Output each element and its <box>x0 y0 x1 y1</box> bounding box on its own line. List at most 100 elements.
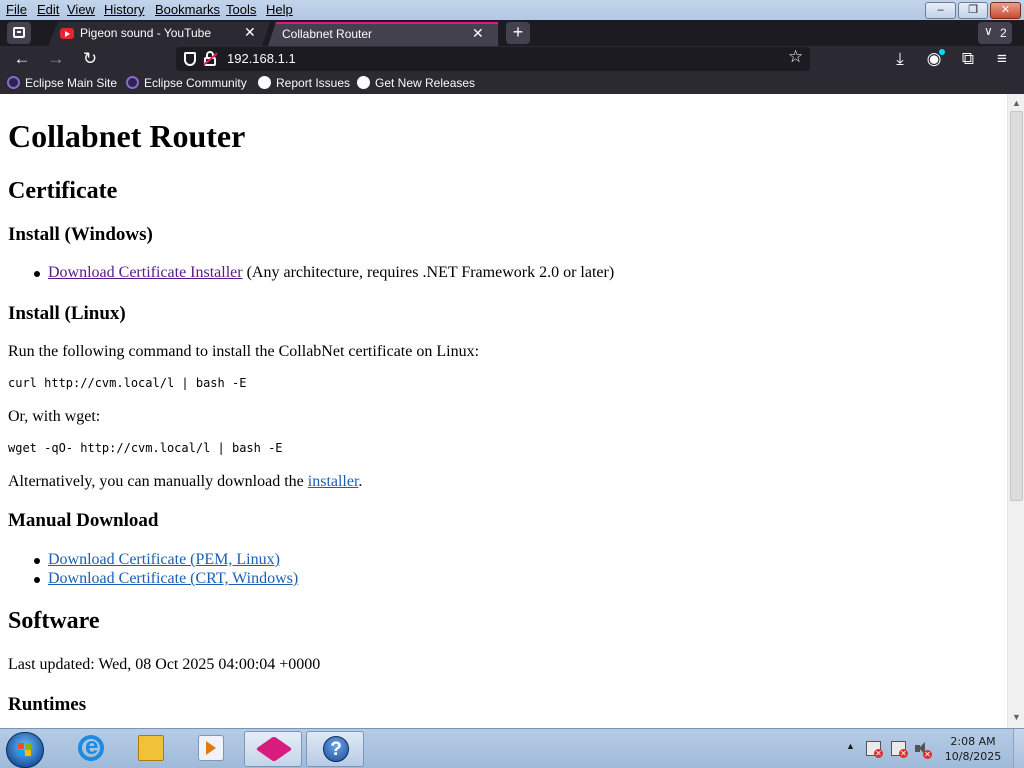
bookmark-label: Get New Releases <box>375 76 476 90</box>
minimize-button[interactable]: – <box>925 2 956 19</box>
bookmark-label: Eclipse Community <box>144 76 247 90</box>
help-icon: ? <box>323 736 349 762</box>
hamburger-menu-icon: ≡ <box>997 49 1007 68</box>
github-icon <box>258 76 271 89</box>
taskbar-media-player[interactable] <box>182 731 240 767</box>
page-title: Collabnet Router <box>8 118 246 154</box>
close-tab-icon[interactable]: ✕ <box>244 24 256 41</box>
firefox-view-button[interactable] <box>7 22 31 44</box>
show-desktop-button[interactable] <box>1013 729 1024 768</box>
menu-edit[interactable]: Edit <box>37 2 59 17</box>
scroll-up-arrow-icon[interactable]: ▲ <box>1012 98 1021 108</box>
bookmark-star-icon[interactable]: ☆ <box>788 47 803 67</box>
clock-time: 2:08 AM <box>950 735 996 748</box>
menu-tools[interactable]: Tools <box>226 2 256 17</box>
curl-command: curl http://cvm.local/l | bash -E <box>8 376 247 390</box>
menu-file[interactable]: File <box>6 2 27 17</box>
account-button[interactable]: ◉ <box>923 49 945 69</box>
taskbar: ? ▲ ✕ ✕ ✕ 2:08 AM 10/8/2025 <box>0 728 1024 768</box>
extensions-button[interactable]: ⧉ <box>957 49 979 69</box>
error-badge-icon: ✕ <box>874 749 883 758</box>
action-center-flag-icon[interactable]: ✕ <box>866 741 883 758</box>
downloads-button[interactable]: ⤓ <box>889 49 911 69</box>
vertical-scrollbar[interactable]: ▲ ▼ <box>1007 94 1024 728</box>
tab-title: Collabnet Router <box>282 27 373 41</box>
menu-view[interactable]: View <box>67 2 95 17</box>
url-text[interactable]: 192.168.1.1 <box>227 51 296 66</box>
arrow-right-icon: → <box>47 49 65 68</box>
menu-bookmarks[interactable]: Bookmarks <box>155 2 220 17</box>
list-item: Download Certificate (PEM, Linux) <box>8 551 280 569</box>
list-all-tabs-button[interactable]: ∨ 2 <box>978 22 1012 44</box>
bookmark-report-issues[interactable]: Report Issues <box>258 76 350 90</box>
period-text: . <box>358 473 363 490</box>
download-icon: ⤓ <box>896 49 904 68</box>
network-icon[interactable]: ✕ <box>891 741 908 758</box>
bookmark-eclipse-community[interactable]: Eclipse Community <box>126 76 247 90</box>
minimize-icon: – <box>937 4 944 16</box>
close-tab-icon[interactable]: ✕ <box>472 25 484 42</box>
bookmarks-toolbar: Eclipse Main Site Eclipse Community Repo… <box>0 72 1024 94</box>
bookmark-eclipse-main-site[interactable]: Eclipse Main Site <box>7 76 117 90</box>
download-certificate-installer-link[interactable]: Download Certificate Installer <box>48 264 243 281</box>
bookmark-label: Eclipse Main Site <box>25 76 118 90</box>
error-badge-icon: ✕ <box>923 750 932 759</box>
reload-icon: ↻ <box>82 49 98 68</box>
close-window-button[interactable]: ✕ <box>990 2 1021 19</box>
forward-button[interactable]: → <box>45 49 67 69</box>
manual-download-text: Alternatively, you can manually download… <box>8 473 362 491</box>
last-updated-text: Last updated: Wed, 08 Oct 2025 04:00:04 … <box>8 656 321 673</box>
menu-help[interactable]: Help <box>266 2 293 17</box>
volume-muted-icon[interactable]: ✕ <box>914 741 932 759</box>
download-certificate-pem-link[interactable]: Download Certificate (PEM, Linux) <box>48 551 280 568</box>
linux-instructions-text: Run the following command to install the… <box>8 343 480 360</box>
tab-youtube[interactable]: Pigeon sound - YouTube ✕ <box>48 22 270 46</box>
tab-title: Pigeon sound - YouTube <box>80 26 211 40</box>
menu-history[interactable]: History <box>104 2 144 17</box>
tab-collabnet-router[interactable]: Collabnet Router ✕ <box>268 22 498 46</box>
bookmark-get-new-releases[interactable]: Get New Releases <box>357 76 475 90</box>
installer-requirements-text: (Any architecture, requires .NET Framewo… <box>242 264 615 281</box>
scroll-thumb[interactable] <box>1010 111 1023 501</box>
heading-software: Software <box>8 608 100 634</box>
menu-bookmarks-label: Bookmarks <box>155 2 221 17</box>
restore-icon: ❐ <box>968 4 978 16</box>
taskbar-help-and-support[interactable]: ? <box>306 731 364 767</box>
bookmark-label: Report Issues <box>276 76 351 90</box>
insecure-lock-icon[interactable] <box>203 51 218 67</box>
new-tab-button[interactable]: + <box>506 22 530 44</box>
tab-count: 2 <box>1000 26 1007 40</box>
taskbar-eclipse[interactable] <box>244 731 302 767</box>
menu-tools-label: Tools <box>226 2 257 17</box>
url-bar[interactable]: 192.168.1.1 ☆ <box>176 47 810 71</box>
menu-help-label: Help <box>266 2 293 17</box>
wget-intro-text: Or, with wget: <box>8 408 101 425</box>
windows-logo-icon <box>18 743 32 757</box>
heading-install-linux: Install (Linux) <box>8 303 126 324</box>
show-hidden-icons-chevron-icon[interactable]: ▲ <box>846 741 855 751</box>
page-content: Collabnet Router Certificate Install (Wi… <box>0 94 1007 728</box>
media-player-icon <box>198 735 224 761</box>
back-button[interactable]: ← <box>11 49 33 69</box>
start-button[interactable] <box>6 732 44 768</box>
scroll-down-arrow-icon[interactable]: ▼ <box>1012 712 1021 722</box>
tracking-protection-shield-icon[interactable] <box>184 52 196 66</box>
close-icon: ✕ <box>1000 4 1011 16</box>
notification-dot <box>939 49 945 55</box>
clock-date: 10/8/2025 <box>944 750 1002 763</box>
taskbar-internet-explorer[interactable] <box>62 731 120 767</box>
app-menu-button[interactable]: ≡ <box>991 49 1013 69</box>
installer-link[interactable]: installer <box>308 473 359 490</box>
reload-button[interactable]: ↻ <box>79 49 101 69</box>
heading-install-windows: Install (Windows) <box>8 224 153 245</box>
heading-certificate: Certificate <box>8 178 118 204</box>
tab-bar: Pigeon sound - YouTube ✕ Collabnet Route… <box>0 20 1024 46</box>
menu-view-label: View <box>67 2 95 17</box>
system-clock[interactable]: 2:08 AM 10/8/2025 <box>938 734 1008 764</box>
error-badge-icon: ✕ <box>899 749 908 758</box>
menu-bar: File Edit View History Bookmarks Tools H… <box>0 0 1024 20</box>
taskbar-windows-explorer[interactable] <box>122 731 180 767</box>
download-certificate-crt-link[interactable]: Download Certificate (CRT, Windows) <box>48 570 298 587</box>
puzzle-icon: ⧉ <box>961 49 975 68</box>
maximize-button[interactable]: ❐ <box>958 2 988 19</box>
